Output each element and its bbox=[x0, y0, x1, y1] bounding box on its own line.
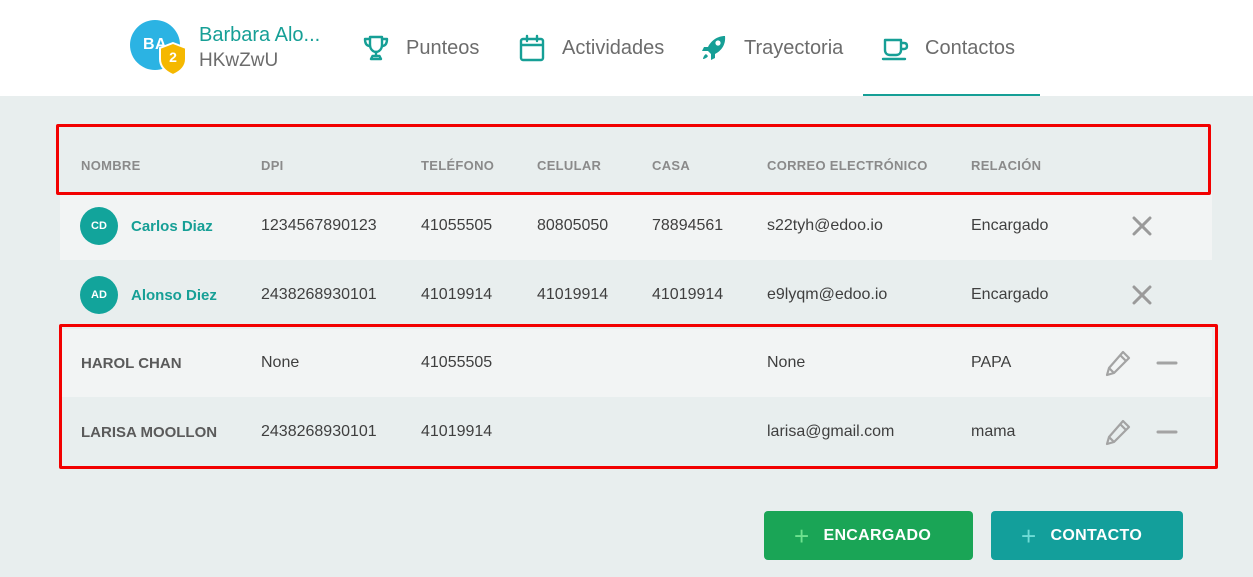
casa-cell: 41019914 bbox=[652, 286, 724, 303]
tab-punteos[interactable]: Punteos bbox=[360, 0, 479, 96]
contact-avatar: AD bbox=[80, 276, 118, 314]
remove-guardian-button[interactable] bbox=[1131, 192, 1153, 260]
trophy-icon bbox=[360, 32, 392, 64]
relacion-cell: Encargado bbox=[971, 286, 1049, 303]
remove-guardian-button[interactable] bbox=[1131, 261, 1153, 329]
casa-cell: 78894561 bbox=[652, 217, 724, 234]
celular-cell: 80805050 bbox=[537, 217, 609, 234]
correo-cell: e9lyqm@edoo.io bbox=[767, 286, 888, 303]
top-header: BA 2 Barbara Alo... HKwZwU Punteos Activ… bbox=[0, 0, 1253, 96]
plus-icon: + bbox=[1021, 520, 1037, 551]
guardian-name[interactable]: Alonso Diez bbox=[131, 287, 217, 304]
tab-label: Trayectoria bbox=[744, 36, 844, 59]
close-icon bbox=[1132, 285, 1152, 305]
rocket-icon bbox=[698, 32, 730, 64]
table-row-guardian: AD Alonso Diez 2438268930101 41019914 41… bbox=[60, 261, 1212, 329]
highlight-box-contacts bbox=[59, 324, 1218, 469]
level-number: 2 bbox=[169, 49, 177, 65]
tab-trayectoria[interactable]: Trayectoria bbox=[698, 0, 843, 96]
table-row-guardian: CD Carlos Diaz 1234567890123 41055505 80… bbox=[60, 192, 1212, 260]
plus-icon: + bbox=[794, 520, 810, 551]
tab-contactos[interactable]: Contactos bbox=[863, 0, 1040, 96]
add-guardian-button[interactable]: + ENCARGADO bbox=[764, 511, 973, 560]
calendar-icon bbox=[516, 32, 548, 64]
highlight-box-header bbox=[56, 124, 1211, 195]
tab-label: Punteos bbox=[406, 36, 480, 59]
name-cell[interactable]: CD Carlos Diaz bbox=[80, 192, 213, 260]
profile-avatar[interactable]: BA 2 bbox=[130, 20, 188, 76]
add-contact-label: CONTACTO bbox=[1050, 526, 1143, 544]
dpi-cell: 2438268930101 bbox=[261, 286, 377, 303]
user-code: HKwZwU bbox=[199, 50, 279, 71]
active-tab-indicator bbox=[863, 94, 1040, 96]
user-name[interactable]: Barbara Alo... bbox=[199, 24, 320, 47]
tab-actividades[interactable]: Actividades bbox=[516, 0, 664, 96]
guardian-name[interactable]: Carlos Diaz bbox=[131, 218, 213, 235]
relacion-cell: Encargado bbox=[971, 217, 1049, 234]
coffee-cup-icon bbox=[879, 32, 911, 64]
dpi-cell: 1234567890123 bbox=[261, 217, 377, 234]
close-icon bbox=[1132, 216, 1152, 236]
celular-cell: 41019914 bbox=[537, 286, 609, 303]
correo-cell: s22tyh@edoo.io bbox=[767, 217, 883, 234]
telefono-cell: 41055505 bbox=[421, 217, 493, 234]
telefono-cell: 41019914 bbox=[421, 286, 493, 303]
tab-label: Actividades bbox=[562, 36, 665, 59]
contact-avatar: CD bbox=[80, 207, 118, 245]
add-contact-button[interactable]: + CONTACTO bbox=[991, 511, 1183, 560]
name-cell[interactable]: AD Alonso Diez bbox=[80, 261, 217, 329]
add-guardian-label: ENCARGADO bbox=[823, 526, 932, 544]
tab-label: Contactos bbox=[925, 36, 1016, 59]
level-badge-icon: 2 bbox=[158, 42, 188, 76]
